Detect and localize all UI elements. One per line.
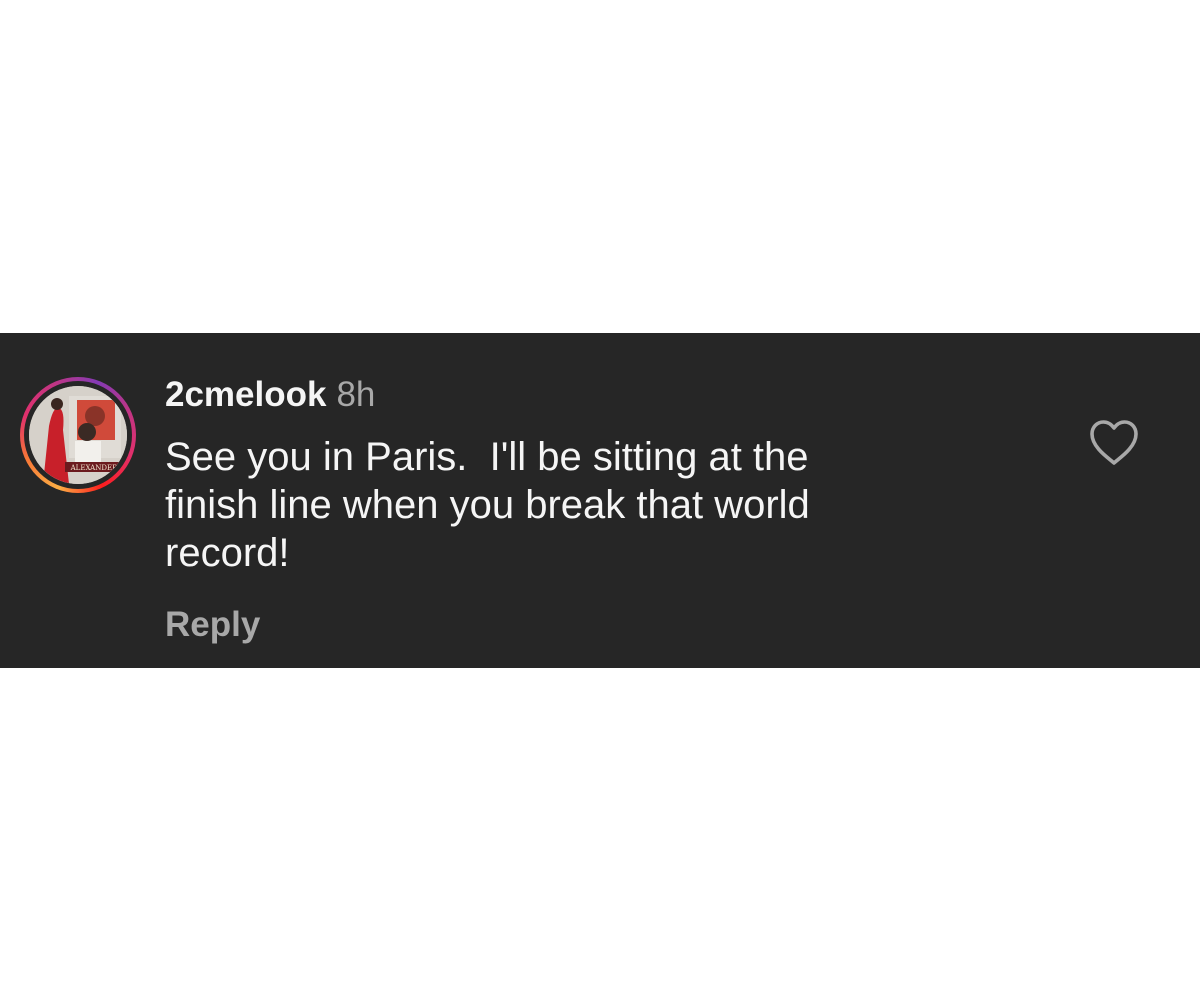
heart-outline-icon	[1090, 420, 1138, 465]
avatar-ring-gap: ALEXANDER	[24, 381, 132, 489]
comment-text: See you in Paris. I'll be sitting at the…	[165, 433, 985, 577]
reply-button[interactable]: Reply	[165, 605, 260, 645]
username-link[interactable]: 2cmelook	[165, 375, 326, 414]
comment-line: record!	[165, 531, 290, 575]
like-button[interactable]	[1088, 419, 1140, 467]
avatar-caption: ALEXANDER	[70, 464, 118, 472]
comment-line: finish line when you break that world	[165, 483, 810, 527]
comment-header: 2cmelook 8h	[165, 375, 375, 415]
avatar[interactable]: ALEXANDER	[29, 386, 127, 484]
comment-line: See you in Paris. I'll be sitting at the	[165, 435, 809, 479]
avatar-photo: ALEXANDER	[29, 386, 127, 484]
comment-timestamp: 8h	[336, 375, 376, 414]
story-ring[interactable]: ALEXANDER	[20, 377, 136, 493]
comment-item: ALEXANDER 2cmelook 8h See you in Paris. I…	[0, 333, 1200, 668]
